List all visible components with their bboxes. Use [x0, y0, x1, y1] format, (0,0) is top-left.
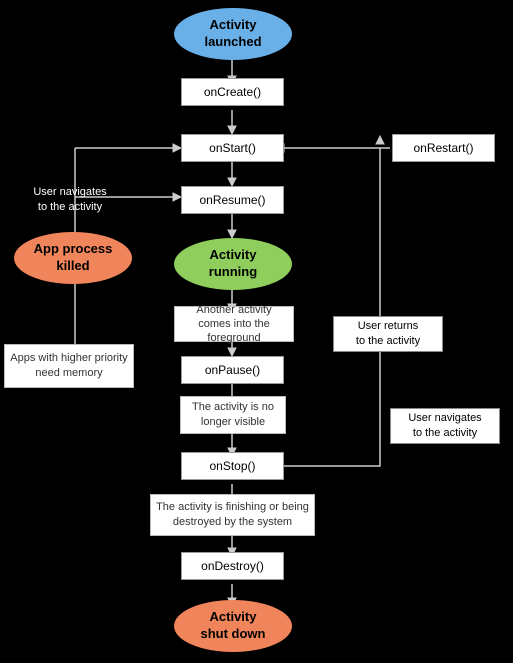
activity-running-label: Activity running	[209, 247, 257, 281]
activity-launched-label: Activity launched	[204, 17, 261, 51]
app-process-killed-label: App process killed	[34, 241, 113, 275]
another-activity-node: Another activity comes into the foregrou…	[174, 306, 294, 342]
diagram: Activity launched onCreate() onStart() o…	[0, 0, 513, 663]
no-longer-visible-node: The activity is no longer visible	[180, 396, 286, 434]
app-process-killed-node: App process killed	[14, 232, 132, 284]
onstop-node: onStop()	[181, 452, 284, 480]
ondestroy-label: onDestroy()	[201, 559, 264, 573]
no-longer-visible-label: The activity is no longer visible	[185, 400, 281, 431]
onpause-node: onPause()	[181, 356, 284, 384]
another-activity-label: Another activity comes into the foregrou…	[179, 303, 289, 346]
ondestroy-node: onDestroy()	[181, 552, 284, 580]
onstop-label: onStop()	[209, 459, 255, 473]
user-returns-label: User returns to the activity	[356, 319, 420, 350]
onresume-label: onResume()	[199, 193, 265, 207]
activity-shut-down-label: Activity shut down	[201, 609, 266, 643]
user-returns-node: User returns to the activity	[333, 316, 443, 352]
onstart-node: onStart()	[181, 134, 284, 162]
user-navigates-top-label: User navigates to the activity	[33, 185, 106, 216]
finishing-label: The activity is finishing or being destr…	[155, 500, 310, 531]
onpause-label: onPause()	[205, 363, 260, 377]
activity-launched-node: Activity launched	[174, 8, 292, 60]
apps-priority-label: Apps with higher priority need memory	[9, 351, 129, 382]
onresume-node: onResume()	[181, 186, 284, 214]
activity-shut-down-node: Activity shut down	[174, 600, 292, 652]
finishing-node: The activity is finishing or being destr…	[150, 494, 315, 536]
activity-running-node: Activity running	[174, 238, 292, 290]
oncreate-node: onCreate()	[181, 78, 284, 106]
user-navigates-top-node: User navigates to the activity	[10, 182, 130, 218]
onrestart-label: onRestart()	[413, 141, 473, 155]
oncreate-label: onCreate()	[204, 85, 261, 99]
user-navigates-bottom-label: User navigates to the activity	[408, 411, 481, 442]
user-navigates-bottom-node: User navigates to the activity	[390, 408, 500, 444]
onstart-label: onStart()	[209, 141, 256, 155]
onrestart-node: onRestart()	[392, 134, 495, 162]
apps-priority-node: Apps with higher priority need memory	[4, 344, 134, 388]
